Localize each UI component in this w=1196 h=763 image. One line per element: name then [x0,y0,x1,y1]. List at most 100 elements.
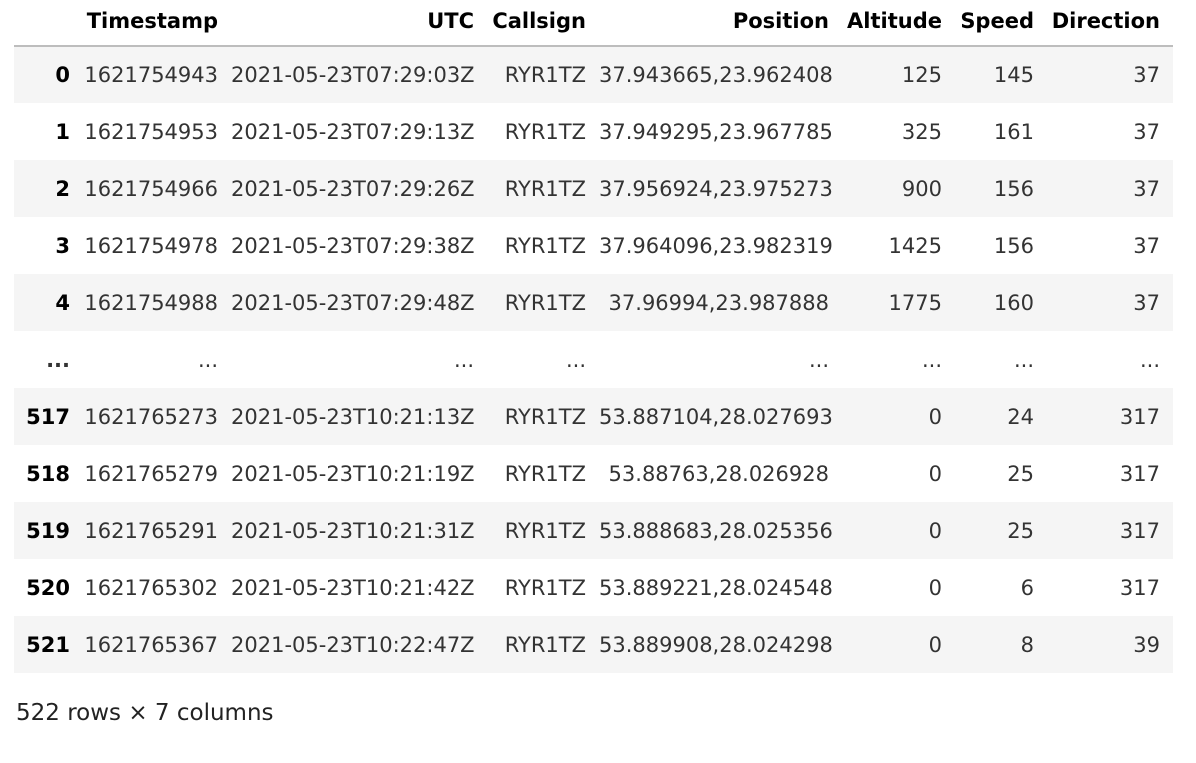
callsign-cell: RYR1TZ [504,233,586,258]
timestamp-cell: 1621754953 [84,119,218,144]
speed-cell: 160 [993,290,1034,315]
timestamp-cell: 1621765279 [84,461,218,486]
table-row: 4 1621754988 2021-05-23T07:29:48Z RYR1TZ 37.… [14,274,1173,331]
table-header: Timestamp UTC Callsign Position Altitude… [14,0,1173,46]
direction-cell: 37 [1133,119,1160,144]
position-cell: 37.943665,23.962408 [599,63,833,87]
speed-cell: ... [1013,347,1034,372]
header-index [14,0,82,46]
position-cell: 37.956924,23.975273 [599,176,833,201]
direction-cell: 37 [1133,290,1160,315]
position-cell: 53.889221,28.024548 [599,575,833,600]
callsign-cell: RYR1TZ [504,119,586,144]
speed-cell: 145 [993,63,1034,87]
altitude-cell: 0 [928,461,942,486]
row-index: 520 [26,575,70,600]
table-body: 0 1621754943 2021-05-23T07:29:03Z RYR1TZ 37.… [14,46,1173,673]
timestamp-cell: 1621754943 [84,63,218,87]
altitude-cell: ... [921,347,942,372]
callsign-cell: RYR1TZ [504,518,586,543]
header-callsign: Callsign [492,8,586,33]
utc-cell: 2021-05-23T07:29:26Z [231,176,475,201]
utc-cell: 2021-05-23T07:29:38Z [231,233,475,258]
callsign-cell: RYR1TZ [504,290,586,315]
table-row: 0 1621754943 2021-05-23T07:29:03Z RYR1TZ 37.… [14,46,1173,103]
speed-cell: 156 [993,176,1034,201]
row-index: 521 [26,632,70,657]
altitude-cell: 900 [901,176,942,201]
row-index: ... [46,347,70,372]
altitude-cell: 1775 [888,290,942,315]
altitude-cell: 0 [928,404,942,429]
altitude-cell: 0 [928,518,942,543]
callsign-cell: RYR1TZ [504,632,586,657]
position-cell: ... [808,347,829,372]
speed-cell: 161 [993,119,1034,144]
altitude-cell: 1425 [888,233,942,258]
callsign-cell: RYR1TZ [504,404,586,429]
speed-cell: 6 [1020,575,1034,600]
utc-cell: 2021-05-23T10:21:13Z [231,404,475,429]
callsign-cell: RYR1TZ [504,461,586,486]
timestamp-cell: 1621754988 [84,290,218,315]
row-index: 519 [26,518,70,543]
direction-cell: 37 [1133,233,1160,258]
utc-cell: 2021-05-23T07:29:13Z [231,119,475,144]
direction-cell: 37 [1133,176,1160,201]
direction-cell: ... [1139,347,1160,372]
speed-cell: 25 [1007,461,1034,486]
callsign-cell: RYR1TZ [504,575,586,600]
position-cell: 37.949295,23.967785 [599,119,833,144]
position-cell: 53.888683,28.025356 [599,518,833,543]
speed-cell: 156 [993,233,1034,258]
header-speed: Speed [960,8,1034,33]
row-index: 4 [55,290,70,315]
row-index: 3 [55,233,70,258]
header-utc: UTC [427,8,474,33]
table-row: 518 1621765279 2021-05-23T10:21:19Z RYR1TZ 5… [14,445,1173,502]
position-cell: 53.889908,28.024298 [599,632,833,657]
timestamp-cell: 1621754978 [84,233,218,258]
position-cell: 53.88763,28.026928 [608,461,829,486]
row-index: 2 [55,176,70,201]
table-row: 1 1621754953 2021-05-23T07:29:13Z RYR1TZ 37.… [14,103,1173,160]
timestamp-cell: ... [197,347,218,372]
utc-cell: 2021-05-23T10:21:31Z [231,518,475,543]
dataframe-shape: 522 rows × 7 columns [16,700,274,726]
position-cell: 53.887104,28.027693 [599,404,833,429]
row-index: 0 [55,63,70,87]
utc-cell: ... [453,347,474,372]
row-index: 1 [55,119,70,144]
row-index: 518 [26,461,70,486]
altitude-cell: 0 [928,632,942,657]
utc-cell: 2021-05-23T10:21:19Z [231,461,475,486]
altitude-cell: 325 [901,119,942,144]
speed-cell: 8 [1020,632,1034,657]
position-cell: 37.96994,23.987888 [608,290,829,315]
table-row: 2 1621754966 2021-05-23T07:29:26Z RYR1TZ 37.… [14,160,1173,217]
speed-cell: 24 [1007,404,1034,429]
direction-cell: 39 [1133,632,1160,657]
ellipsis-row: ........................ [14,331,1173,388]
table-row: 519 1621765291 2021-05-23T10:21:31Z RYR1TZ 5… [14,502,1173,559]
header-row: Timestamp UTC Callsign Position Altitude… [14,0,1173,46]
callsign-cell: ... [565,347,586,372]
table-row: 3 1621754978 2021-05-23T07:29:38Z RYR1TZ 37.… [14,217,1173,274]
utc-cell: 2021-05-23T07:29:48Z [231,290,475,315]
callsign-cell: RYR1TZ [504,63,586,87]
table-row: 521 1621765367 2021-05-23T10:22:47Z RYR1TZ 5… [14,616,1173,673]
utc-cell: 2021-05-23T10:21:42Z [231,575,475,600]
altitude-cell: 0 [928,575,942,600]
table-row: 520 1621765302 2021-05-23T10:21:42Z RYR1TZ 5… [14,559,1173,616]
row-index: 517 [26,404,70,429]
position-cell: 37.964096,23.982319 [599,233,833,258]
direction-cell: 37 [1133,63,1160,87]
header-altitude: Altitude [847,8,942,33]
timestamp-cell: 1621765367 [84,632,218,657]
utc-cell: 2021-05-23T07:29:03Z [231,63,475,87]
speed-cell: 25 [1007,518,1034,543]
timestamp-cell: 1621765302 [84,575,218,600]
timestamp-cell: 1621765273 [84,404,218,429]
altitude-cell: 125 [901,63,942,87]
callsign-cell: RYR1TZ [504,176,586,201]
